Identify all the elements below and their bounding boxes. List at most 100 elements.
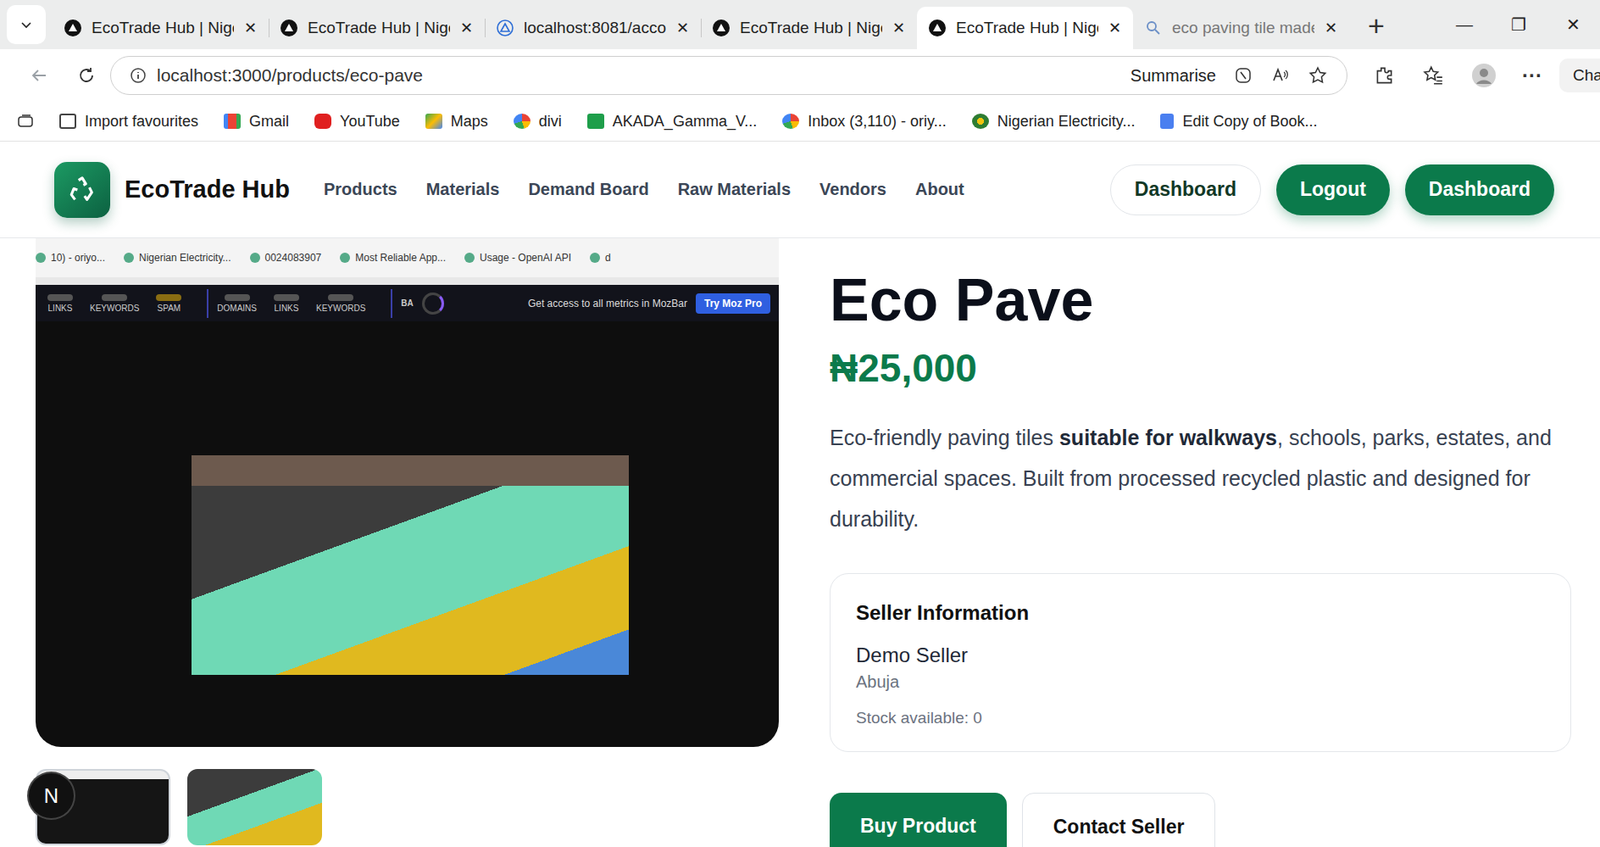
nextjs-dev-badge[interactable]: N: [28, 772, 74, 818]
tab-title: EcoTrade Hub | Nigeri: [91, 18, 234, 38]
window-control-button[interactable]: —: [1437, 15, 1492, 35]
header-button[interactable]: Dashboard: [1110, 164, 1262, 216]
read-aloud-icon[interactable]: [1270, 65, 1291, 86]
bookmark[interactable]: divi: [513, 112, 562, 131]
bookmark-icon: [587, 113, 605, 129]
bookmark-dot-icon: [339, 252, 350, 263]
tab-actions-icon[interactable]: [16, 112, 34, 130]
tab-close-button[interactable]: ✕: [244, 18, 257, 38]
vercel-icon: [280, 19, 298, 37]
extensions-icon[interactable]: [1372, 64, 1395, 87]
action-button[interactable]: Buy Product: [829, 792, 1007, 847]
bookmark-icon: [59, 113, 77, 129]
bookmark[interactable]: Gmail: [223, 112, 289, 131]
web-page: EcoTrade Hub Products Materials Demand Boar…: [0, 141, 1600, 847]
tab-close-button[interactable]: ✕: [1324, 18, 1338, 38]
address-bar[interactable]: localhost:3000/products/eco-pave Summaris…: [110, 55, 1348, 95]
tab-title: eco paving tile made: [1172, 18, 1315, 38]
header-button[interactable]: Dashboard: [1405, 164, 1555, 216]
action-button[interactable]: Contact Seller: [1022, 792, 1217, 847]
search-icon: [1144, 19, 1162, 37]
chevron-down-icon: [19, 17, 34, 32]
metric: KEYWORDS: [89, 294, 139, 313]
bookmark[interactable]: AKADA_Gamma_V...: [587, 112, 757, 131]
bookmark[interactable]: YouTube: [314, 112, 400, 131]
summarise-button[interactable]: Summarise: [1130, 66, 1217, 86]
app-icon: [496, 19, 514, 37]
tab-close-button[interactable]: ✕: [892, 18, 906, 38]
bookmark-label: Import favourites: [84, 112, 199, 131]
copilot-button[interactable]: Cha: [1559, 58, 1600, 93]
bookmark-icon: [782, 113, 800, 129]
metric-value: [47, 294, 73, 301]
product-price: ₦25,000: [829, 344, 1572, 392]
browser-tab[interactable]: EcoTrade Hub | Nigeri✕: [700, 6, 917, 50]
back-arrow-icon[interactable]: [28, 65, 50, 86]
bookmark-label: divi: [538, 112, 562, 131]
url-text: localhost:3000/products/eco-pave: [156, 65, 1121, 86]
nav-link[interactable]: Vendors: [819, 179, 887, 200]
bookmark[interactable]: Edit Copy of Book...: [1160, 112, 1317, 131]
bookmark[interactable]: Maps: [425, 112, 489, 131]
tab-close-button[interactable]: ✕: [1108, 18, 1122, 38]
metric-label: KEYWORDS: [316, 303, 366, 313]
header-button[interactable]: Logout: [1276, 164, 1390, 216]
browser-tab[interactable]: eco paving tile made ✕: [1133, 6, 1350, 50]
promo-button[interactable]: Try Moz Pro: [695, 293, 771, 314]
stock-available: Stock available: 0: [855, 708, 1545, 728]
nav-link[interactable]: Demand Board: [527, 179, 649, 200]
thumbnail[interactable]: [187, 768, 323, 845]
description-text: Eco-friendly paving tiles: [829, 425, 1060, 450]
info-icon: [129, 66, 147, 84]
favorites-icon[interactable]: [1422, 64, 1445, 87]
bookmark-dot-icon: [35, 252, 46, 263]
brand-name[interactable]: EcoTrade Hub: [124, 175, 290, 204]
metric: SPAM: [155, 294, 182, 313]
nav-link[interactable]: Raw Materials: [677, 179, 791, 200]
browser-tab[interactable]: EcoTrade Hub | Niger✕: [916, 6, 1134, 50]
metric-label: DOMAINS: [216, 303, 257, 313]
bookmark-dot-icon: [589, 252, 600, 263]
browser-tab[interactable]: EcoTrade Hub | Nigeri ✕: [268, 6, 485, 50]
metric-group: LINKSKEYWORDSSPAM: [47, 288, 209, 318]
window-control-button[interactable]: ✕: [1545, 14, 1600, 35]
more-menu-button[interactable]: ···: [1522, 63, 1543, 88]
reload-icon[interactable]: [76, 65, 97, 86]
metric-value: [224, 294, 250, 301]
metric-label: KEYWORDS: [89, 303, 139, 313]
tab-close-button[interactable]: ✕: [460, 18, 473, 38]
seller-name: Demo Seller: [855, 643, 1545, 667]
bookmark-label: Maps: [450, 112, 489, 131]
tab-close-button[interactable]: ✕: [676, 18, 689, 38]
bookmark-dot-icon: [464, 252, 475, 263]
bookmark-dot-icon: [123, 252, 134, 263]
new-tab-button[interactable]: +: [1367, 9, 1385, 43]
tab-list-button[interactable]: [6, 5, 46, 45]
nav-link[interactable]: Materials: [426, 179, 500, 200]
product-detail: 10) - oriyo...Nigerian Electricity...002…: [0, 238, 1600, 847]
bookmark[interactable]: Nigerian Electricity...: [972, 112, 1136, 131]
bookmarks-bar: Import favourites Gmail YouTube Maps divi AKA…: [0, 101, 1600, 142]
browser-window: EcoTrade Hub | Nigeri✕EcoTrade Hub | Nig…: [0, 0, 1600, 847]
window-controls: —❐✕: [1437, 0, 1600, 50]
copilot-label: Cha: [1572, 66, 1600, 85]
tab-title: EcoTrade Hub | Nigeri: [307, 18, 450, 38]
logo[interactable]: [54, 161, 111, 218]
summarise-icon: [1233, 65, 1254, 86]
description-text: suitable for walkways: [1059, 425, 1278, 450]
browser-tab[interactable]: EcoTrade Hub | Nigeri ✕: [52, 6, 269, 50]
mozbar: LINKSKEYWORDSSPAMDOMAINSLINKSKEYWORDSBAG…: [35, 284, 779, 322]
favorite-star-icon[interactable]: [1307, 65, 1328, 86]
score-label: BA: [400, 298, 413, 308]
nav-link[interactable]: Products: [323, 179, 398, 200]
browser-tab[interactable]: localhost:8081/accour✕: [484, 6, 701, 50]
bookmark[interactable]: Inbox (3,110) - oriy...: [782, 112, 946, 131]
bookmark[interactable]: Import favourites: [59, 112, 199, 131]
nav-link[interactable]: About: [915, 179, 965, 200]
toolbar: localhost:3000/products/eco-pave Summaris…: [0, 49, 1600, 102]
bookmark-icon: [513, 113, 531, 129]
window-control-button[interactable]: ❐: [1491, 14, 1546, 35]
bookmark-icon: [314, 113, 332, 129]
profile-icon[interactable]: [1471, 62, 1497, 89]
vercel-icon: [928, 19, 946, 37]
